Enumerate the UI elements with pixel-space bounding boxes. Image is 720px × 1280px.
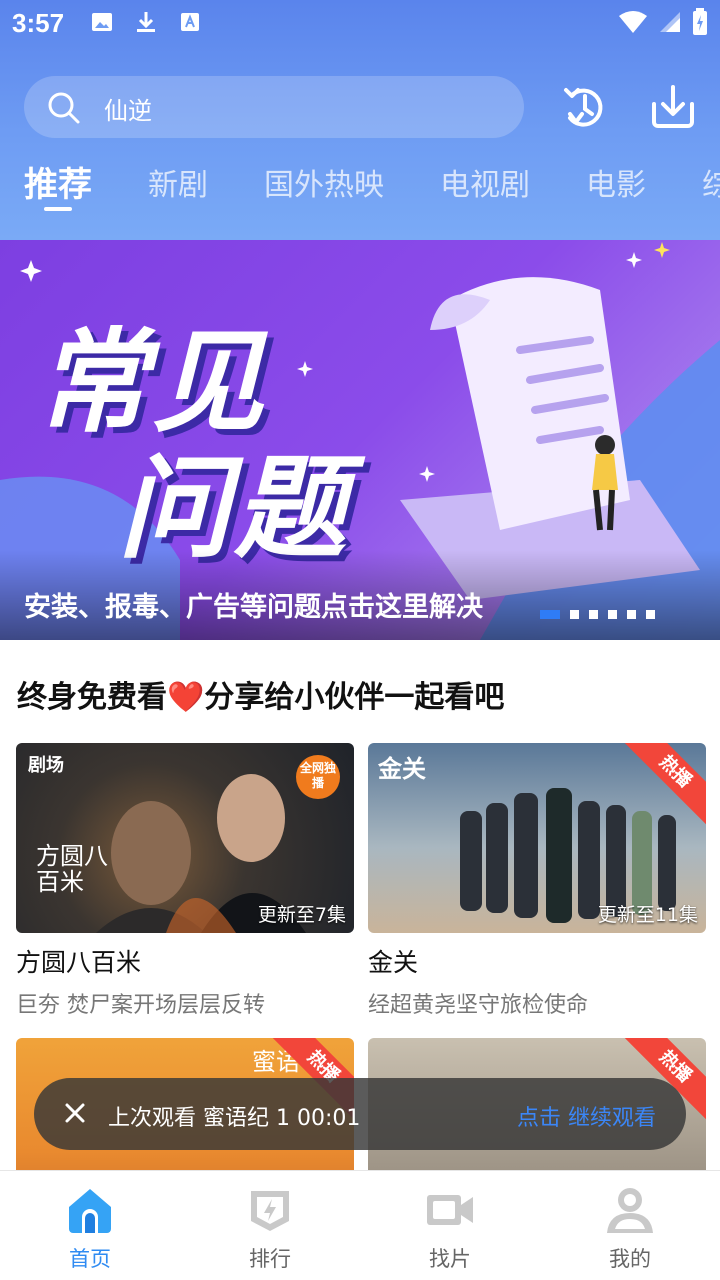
nav-home[interactable]: 首页 <box>0 1171 180 1280</box>
banner-caption: 安装、报毒、广告等问题点击这里解决 <box>24 592 483 623</box>
video-subtitle: 经超黄尧坚守旅检使命 <box>368 993 589 1018</box>
video-thumbnail: 剧场 全网独播 方圆八百米 更新至7集 <box>16 743 354 933</box>
carousel-dot[interactable] <box>646 610 655 619</box>
nav-profile-label: 我的 <box>609 1247 651 1271</box>
tab-tv-series[interactable]: 电视剧 <box>440 160 530 204</box>
nav-discover[interactable]: 找片 <box>360 1171 540 1280</box>
battery-icon <box>693 8 707 35</box>
download-icon[interactable] <box>648 82 698 132</box>
carousel-dot[interactable] <box>589 610 598 619</box>
tab-foreign-hits[interactable]: 国外热映 <box>264 160 384 204</box>
search-icon <box>48 92 80 124</box>
nav-profile[interactable]: 我的 <box>540 1171 720 1280</box>
section-title: 终身免费看❤️分享给小伙伴一起看吧 <box>17 680 505 715</box>
video-title: 方圆八百米 <box>16 948 142 977</box>
faq-banner[interactable]: 常见 问题 安装、报毒、广告等问题点击这里解决 <box>0 240 720 640</box>
poster-title: 金关 <box>378 755 426 783</box>
exclusive-badge: 全网独播 <box>296 755 340 799</box>
carousel-indicator <box>540 610 655 619</box>
last-watched-text: 上次观看 蜜语纪 1 00:01 <box>108 1106 361 1131</box>
tab-recommend[interactable]: 推荐 <box>24 160 92 211</box>
home-icon <box>69 1189 111 1233</box>
history-icon[interactable] <box>560 82 610 132</box>
search-input[interactable]: 仙逆 <box>24 76 524 138</box>
app-header: 3:57 仙逆 推荐 新剧 国外热映 电视剧 电影 综 <box>0 0 720 240</box>
wifi-icon <box>619 11 647 33</box>
nav-ranking-label: 排行 <box>249 1247 291 1271</box>
carousel-dot[interactable] <box>608 610 617 619</box>
carousel-dot[interactable] <box>570 610 579 619</box>
video-subtitle: 巨夯 焚尸案开场层层反转 <box>16 993 265 1018</box>
profile-icon <box>607 1188 653 1233</box>
signal-icon <box>660 12 680 32</box>
image-notification-icon <box>92 13 112 31</box>
nav-ranking[interactable]: 排行 <box>180 1171 360 1280</box>
carousel-dot[interactable] <box>627 610 636 619</box>
nav-discover-label: 找片 <box>429 1247 471 1271</box>
nav-home-label: 首页 <box>69 1247 111 1271</box>
tab-variety[interactable]: 综 <box>702 160 720 204</box>
carousel-dot-active[interactable] <box>540 610 560 619</box>
download-notification-icon <box>137 12 155 32</box>
episode-badge: 更新至11集 <box>597 904 698 926</box>
search-query: 仙逆 <box>104 97 152 125</box>
continue-watching-link[interactable]: 点击 继续观看 <box>517 1100 656 1132</box>
ranking-icon <box>251 1191 289 1231</box>
font-notification-icon <box>181 13 199 31</box>
status-bar: 3:57 <box>0 0 720 50</box>
episode-badge: 更新至7集 <box>257 904 346 926</box>
video-title: 金关 <box>368 948 419 977</box>
channel-brand: 剧场 <box>28 755 64 776</box>
bottom-navigation: 首页 排行 找片 我的 <box>0 1170 720 1280</box>
tab-new-drama[interactable]: 新剧 <box>148 160 208 204</box>
status-time: 3:57 <box>12 8 65 38</box>
poster-title: 方圆八百米 <box>36 842 108 896</box>
continue-watching-bar[interactable]: 上次观看 蜜语纪 1 00:01 点击 继续观看 <box>34 1078 686 1150</box>
close-icon[interactable] <box>60 1098 90 1128</box>
category-tabs: 推荐 新剧 国外热映 电视剧 电影 综 <box>24 160 720 220</box>
video-card[interactable]: 剧场 全网独播 方圆八百米 更新至7集 方圆八百米 巨夯 焚尸案开场层层反转 <box>16 743 354 1019</box>
tab-movies[interactable]: 电影 <box>586 160 646 204</box>
video-camera-icon <box>427 1195 473 1225</box>
video-card[interactable]: 金关 热播 更新至11集 金关 经超黄尧坚守旅检使命 <box>368 743 706 1019</box>
video-thumbnail: 金关 热播 更新至11集 <box>368 743 706 933</box>
